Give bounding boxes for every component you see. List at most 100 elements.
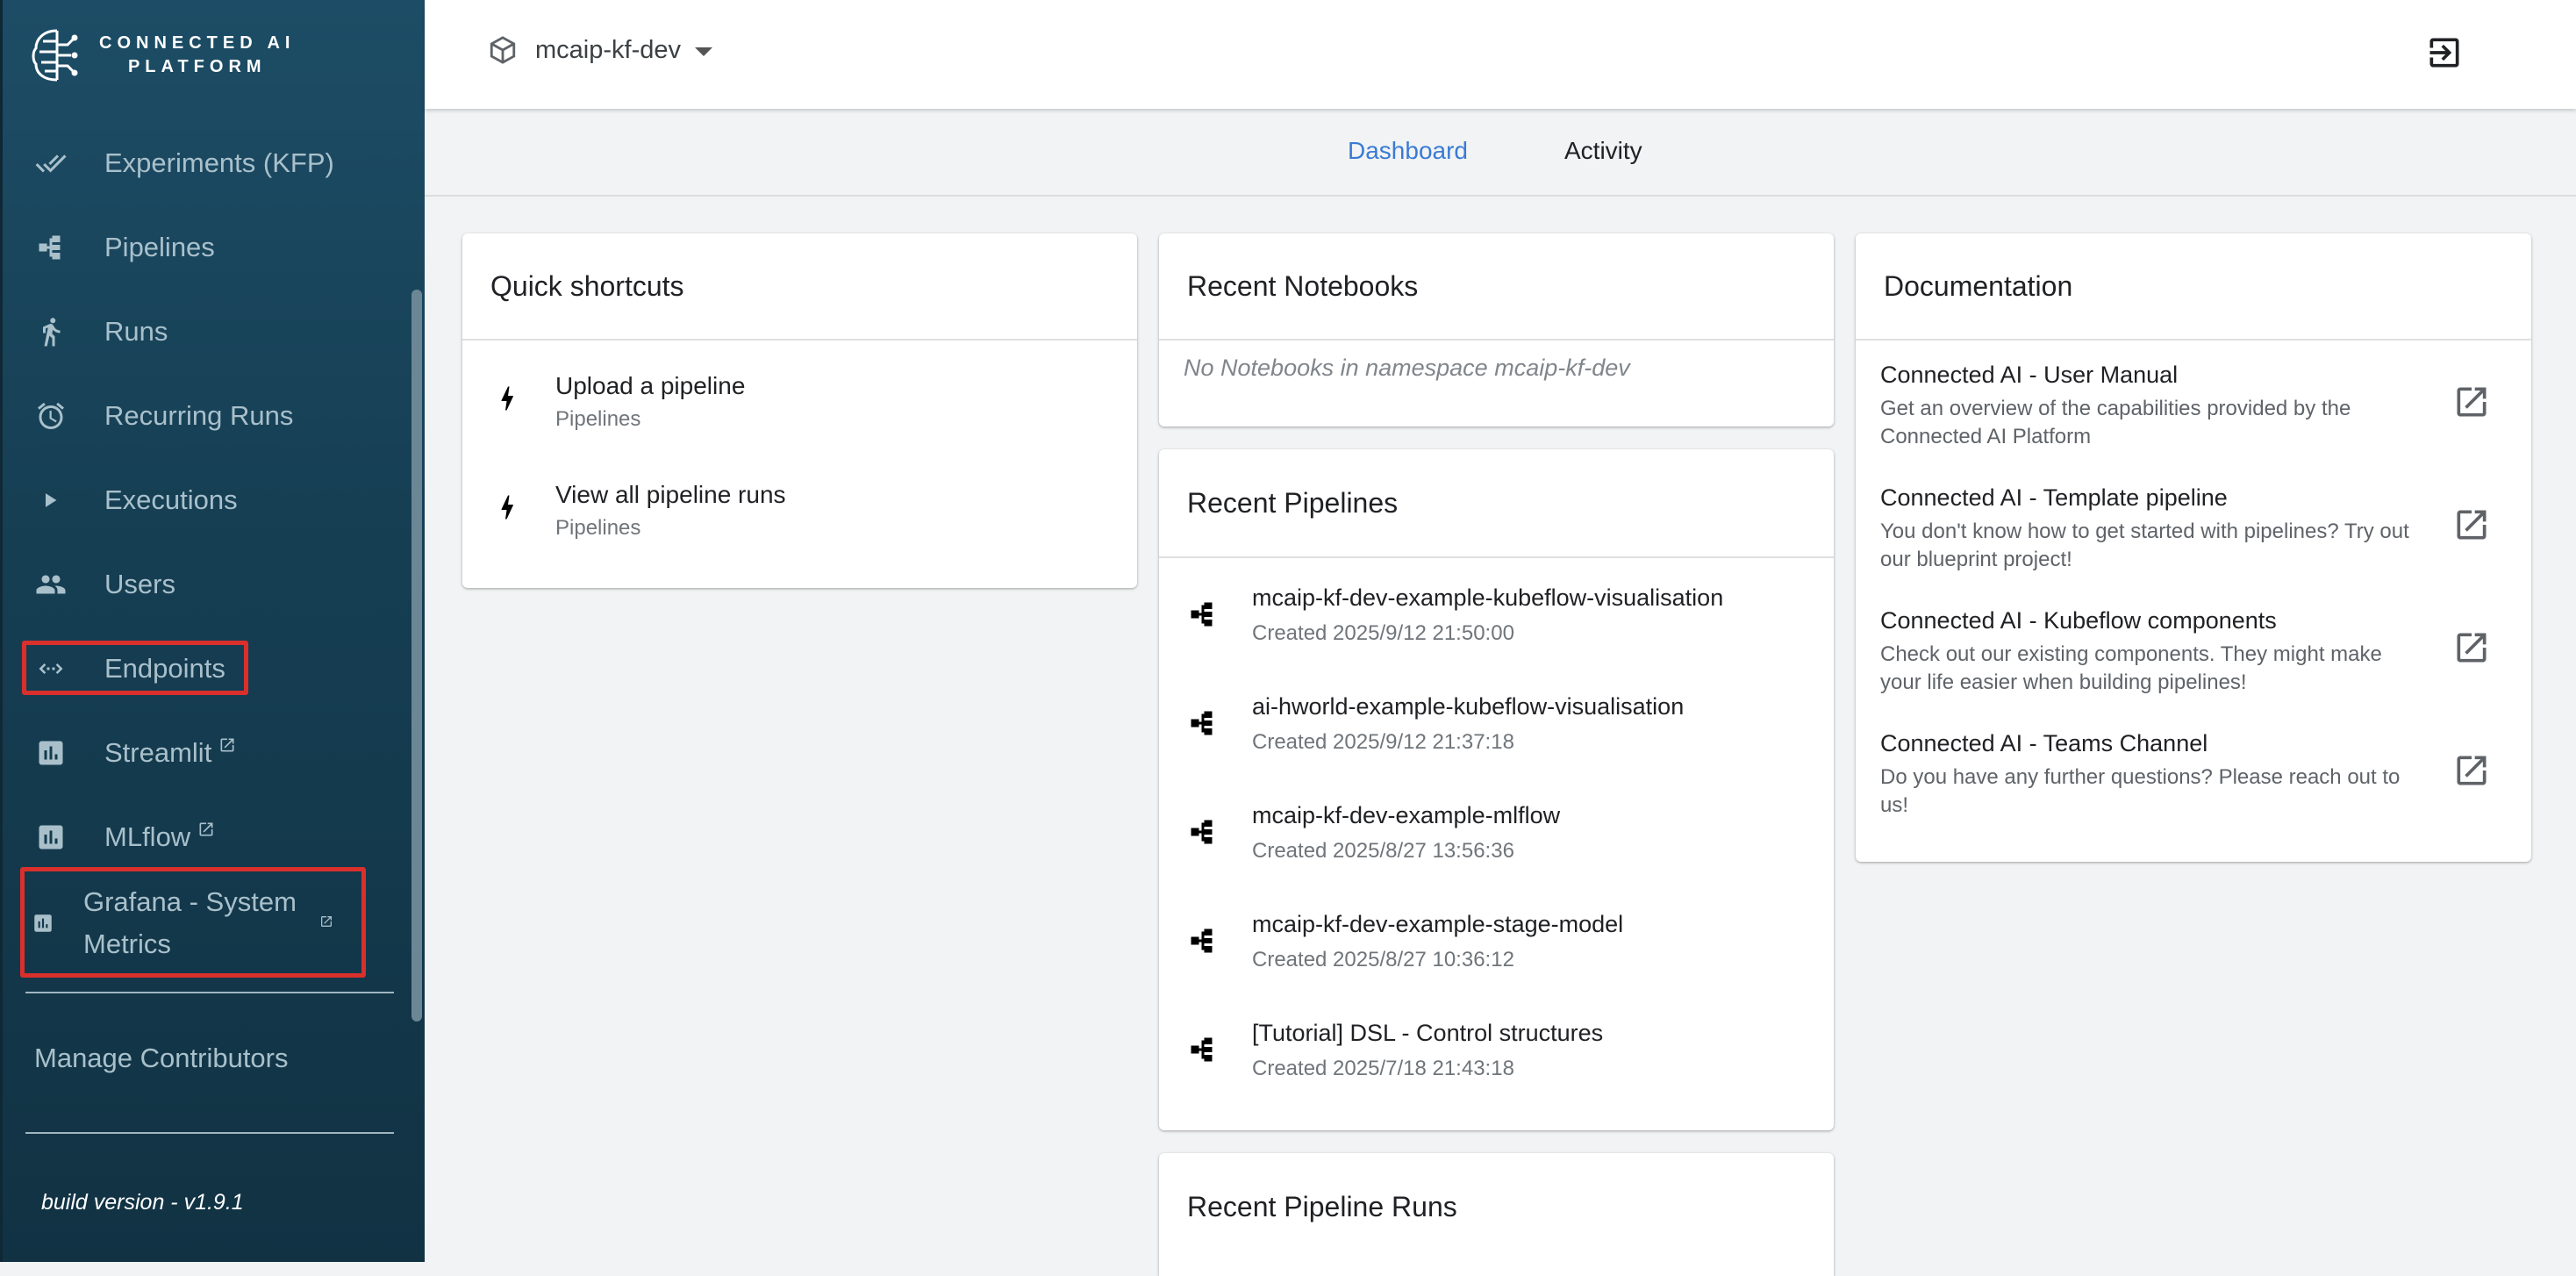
pipeline-created: Created 2025/8/27 10:36:12	[1252, 948, 1514, 971]
sidebar-item-pipelines[interactable]: Pipelines	[32, 219, 215, 276]
shortcut-item[interactable]: Upload a pipeline Pipelines	[462, 341, 1137, 449]
done-all-icon	[32, 145, 69, 182]
doc-link-item[interactable]: Connected AI - User Manual Get an overvi…	[1856, 341, 2531, 463]
pipeline-created: Created 2025/7/18 21:43:18	[1252, 1057, 1514, 1080]
pipeline-name: mcaip-kf-dev-example-kubeflow-visualisat…	[1252, 584, 1724, 611]
bolt-icon	[501, 386, 513, 411]
external-link-icon	[220, 738, 234, 752]
recent-notebooks-card: Recent Notebooks No Notebooks in namespa…	[1159, 233, 1834, 427]
brand-line1: CONNECTED AI	[99, 33, 296, 53]
group-icon	[32, 566, 69, 603]
directions-run-icon	[32, 313, 69, 350]
grafana-highlight-box	[20, 867, 366, 978]
pipeline-list-item[interactable]: mcaip-kf-dev-example-mlflow Created 2025…	[1159, 776, 1834, 885]
doc-description: You don't know how to get started with p…	[1880, 520, 2409, 571]
pipeline-created: Created 2025/9/12 21:37:18	[1252, 730, 1514, 754]
tab-activity[interactable]: Activity	[1564, 137, 1642, 165]
pipeline-icon	[1191, 711, 1213, 735]
sidebar-item-label: Runs	[104, 316, 168, 347]
shortcut-subtitle: Pipelines	[555, 407, 641, 431]
tab-bar: Dashboard Activity	[425, 109, 2576, 197]
tab-dashboard[interactable]: Dashboard	[1348, 137, 1468, 165]
build-version: build version - v1.9.1	[41, 1190, 244, 1215]
doc-link-item[interactable]: Connected AI - Template pipeline You don…	[1856, 463, 2531, 586]
endpoints-highlight-box	[22, 641, 248, 695]
shortcut-title: Upload a pipeline	[555, 372, 746, 399]
sidebar-item-label: MLflow	[104, 821, 191, 852]
shortcut-subtitle: Pipelines	[555, 516, 641, 540]
pipeline-created: Created 2025/8/27 13:56:36	[1252, 839, 1514, 863]
bar-chart-icon	[32, 819, 69, 856]
sidebar-item-runs[interactable]: Runs	[32, 304, 168, 360]
shortcut-item[interactable]: View all pipeline runs Pipelines	[462, 449, 1137, 558]
play-arrow-icon	[32, 482, 69, 519]
pipeline-name: [Tutorial] DSL - Control structures	[1252, 1020, 1604, 1046]
doc-title: Connected AI - User Manual	[1880, 362, 2179, 388]
card-title: Quick shortcuts	[462, 233, 1137, 341]
cube-icon	[490, 36, 516, 64]
brand[interactable]: CONNECTED AI PLATFORM	[31, 25, 295, 86]
doc-title: Connected AI - Teams Channel	[1880, 730, 2208, 756]
pipeline-name: mcaip-kf-dev-example-mlflow	[1252, 802, 1561, 828]
bar-chart-icon	[32, 735, 69, 771]
sidebar-divider	[25, 992, 394, 993]
top-bar: mcaip-kf-dev	[425, 0, 2576, 109]
bolt-icon	[501, 495, 513, 520]
pipeline-name: ai-hworld-example-kubeflow-visualisation	[1252, 693, 1685, 720]
doc-title: Connected AI - Kubeflow components	[1880, 607, 2277, 634]
pipeline-created: Created 2025/9/12 21:50:00	[1252, 621, 1514, 645]
pipeline-list-item[interactable]: [Tutorial] DSL - Control structures Crea…	[1159, 993, 1834, 1102]
doc-link-item[interactable]: Connected AI - Teams Channel Do you have…	[1856, 709, 2531, 832]
sidebar-item-users[interactable]: Users	[32, 556, 175, 613]
chevron-down-icon	[695, 47, 712, 56]
sidebar-item-label: Streamlit	[104, 737, 212, 768]
namespace-label: mcaip-kf-dev	[535, 35, 681, 64]
sidebar-item-mlflow[interactable]: MLflow	[32, 809, 215, 865]
pipeline-icon	[32, 229, 69, 266]
open-in-new-icon[interactable]	[2452, 383, 2491, 421]
pipeline-icon	[1191, 602, 1213, 627]
logout-icon[interactable]	[2425, 33, 2464, 72]
pipeline-list-item[interactable]: ai-hworld-example-kubeflow-visualisation…	[1159, 667, 1834, 776]
pipeline-icon	[1191, 820, 1213, 844]
sidebar-item-label: Users	[104, 569, 175, 599]
empty-notebooks-text: No Notebooks in namespace mcaip-kf-dev	[1184, 355, 1630, 381]
card-title: Documentation	[1856, 233, 2531, 341]
sidebar-item-streamlit[interactable]: Streamlit	[32, 725, 236, 781]
pipeline-list-item[interactable]: mcaip-kf-dev-example-kubeflow-visualisat…	[1159, 558, 1834, 667]
documentation-card: Documentation Connected AI - User Manual…	[1856, 233, 2531, 862]
shortcut-title: View all pipeline runs	[555, 481, 786, 508]
sidebar-scrollbar[interactable]	[411, 290, 422, 1022]
sidebar-divider	[25, 1132, 394, 1134]
external-link-icon	[199, 822, 213, 836]
open-in-new-icon[interactable]	[2452, 751, 2491, 790]
sidebar-item-label: Executions	[104, 484, 238, 515]
sidebar-item-label: Recurring Runs	[104, 400, 294, 431]
doc-description: Check out our existing components. They …	[1880, 642, 2382, 694]
recent-pipeline-runs-card: Recent Pipeline Runs	[1159, 1153, 1834, 1276]
brain-circuit-logo-icon	[32, 29, 78, 82]
recent-pipelines-card: Recent Pipelines mcaip-kf-dev-example-ku…	[1159, 449, 1834, 1130]
sidebar: CONNECTED AI PLATFORM Experiments (KFP) …	[0, 0, 425, 1262]
doc-title: Connected AI - Template pipeline	[1880, 484, 2228, 511]
open-in-new-icon[interactable]	[2452, 628, 2491, 667]
open-in-new-icon[interactable]	[2452, 505, 2491, 544]
manage-contributors-link[interactable]: Manage Contributors	[34, 1043, 289, 1074]
quick-shortcuts-card: Quick shortcuts Upload a pipeline Pipeli…	[462, 233, 1137, 588]
sidebar-item-label: Pipelines	[104, 232, 215, 262]
doc-description: Get an overview of the capabilities prov…	[1880, 397, 2351, 448]
pipeline-icon	[1191, 928, 1213, 953]
pipeline-list-item[interactable]: mcaip-kf-dev-example-stage-model Created…	[1159, 885, 1834, 993]
alarm-icon	[32, 398, 69, 434]
card-title: Recent Pipelines	[1159, 449, 1834, 558]
sidebar-item-label: Experiments (KFP)	[104, 147, 334, 178]
doc-description: Do you have any further questions? Pleas…	[1880, 765, 2401, 817]
doc-link-item[interactable]: Connected AI - Kubeflow components Check…	[1856, 586, 2531, 709]
sidebar-item-executions[interactable]: Executions	[32, 472, 238, 528]
card-title: Recent Notebooks	[1159, 233, 1834, 341]
pipeline-icon	[1191, 1037, 1213, 1062]
namespace-selector[interactable]: mcaip-kf-dev	[488, 35, 712, 65]
sidebar-item-experiments[interactable]: Experiments (KFP)	[32, 135, 334, 191]
sidebar-item-recurring-runs[interactable]: Recurring Runs	[32, 388, 293, 444]
pipeline-name: mcaip-kf-dev-example-stage-model	[1252, 911, 1624, 937]
